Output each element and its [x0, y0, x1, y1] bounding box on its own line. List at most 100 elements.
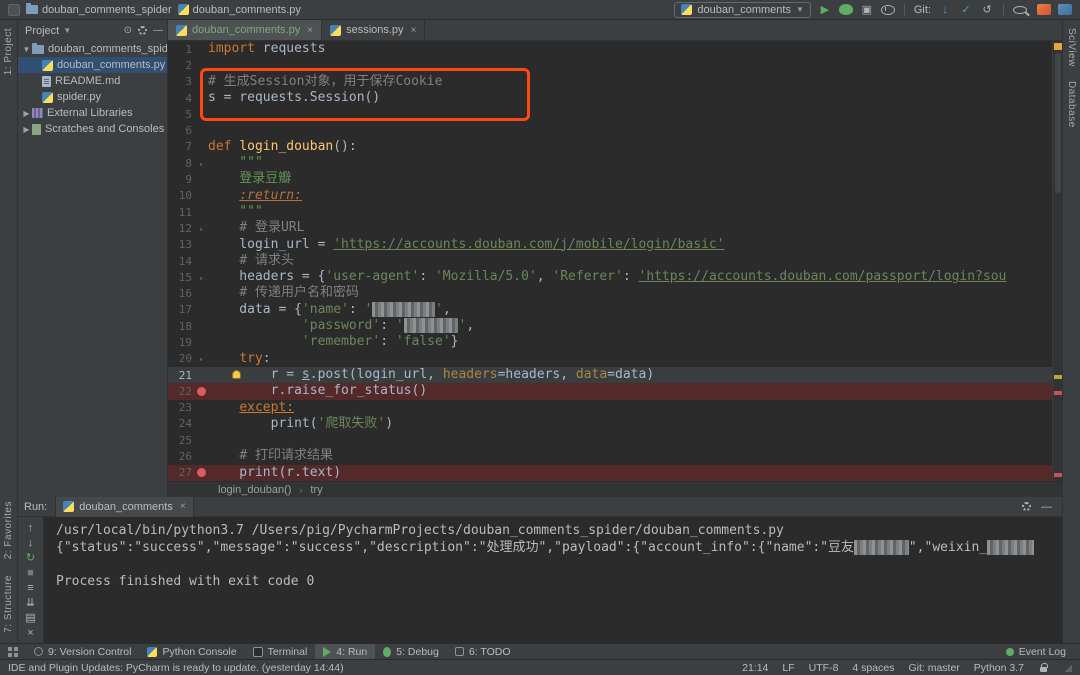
code-line[interactable]: 3 # 生成Session对象，用于保存Cookie [168, 74, 1052, 90]
tool-strip-button-project[interactable]: 1: Project [3, 28, 14, 75]
gutter[interactable] [194, 386, 208, 396]
line-number[interactable]: 6 [168, 124, 194, 137]
tree-item[interactable]: ▶ Scratches and Consoles [18, 121, 167, 137]
code-line[interactable]: 1 import requests [168, 41, 1052, 57]
tree-item[interactable]: README.md [18, 73, 167, 89]
close-icon[interactable]: × [180, 501, 186, 512]
tool-strip-button[interactable]: 7: Structure [3, 575, 14, 633]
toolwindow-button-5-debug[interactable]: 5: Debug [375, 644, 447, 660]
close-icon[interactable]: × [307, 25, 313, 36]
rerun-icon[interactable]: ↻ [22, 550, 40, 565]
code-line[interactable]: 7 def login_douban(): [168, 139, 1052, 155]
stripe-error-mark[interactable] [1054, 391, 1062, 395]
resize-grip-icon[interactable] [1063, 663, 1072, 672]
intention-bulb-icon[interactable] [232, 369, 241, 379]
line-number[interactable]: 17 [168, 303, 194, 316]
code-line[interactable]: 15 ▴ headers = {'user-agent': 'Mozilla/5.… [168, 269, 1052, 285]
editor-tab[interactable]: sessions.py × [322, 20, 426, 40]
line-number[interactable]: 8 [168, 157, 194, 170]
tool-strip-button[interactable]: Database [1066, 81, 1077, 128]
stripe-error-mark[interactable] [1054, 473, 1062, 477]
line-number[interactable]: 24 [168, 417, 194, 430]
run-config-selector[interactable]: douban_comments ▼ [674, 1, 811, 18]
toolwindow-button-6-todo[interactable]: 6: TODO [447, 644, 519, 660]
code-line[interactable]: 5 [168, 106, 1052, 122]
code-line[interactable]: 13 login_url = 'https://accounts.douban.… [168, 237, 1052, 253]
fold-icon[interactable]: ▴ [194, 354, 208, 363]
line-number[interactable]: 9 [168, 173, 194, 186]
line-number[interactable]: 12 [168, 222, 194, 235]
code-line[interactable]: 14 # 请求头 [168, 253, 1052, 269]
code-line[interactable]: 19 'remember': 'false'} [168, 334, 1052, 350]
line-number[interactable]: 15 [168, 271, 194, 284]
status-message[interactable]: IDE and Plugin Updates: PyCharm is ready… [8, 662, 726, 674]
code-line[interactable]: 6 [168, 122, 1052, 138]
code-line[interactable]: 2 [168, 57, 1052, 73]
project-panel-title[interactable]: Project [25, 25, 59, 37]
stripe-top-warning-mark[interactable] [1054, 43, 1062, 50]
plugin-icon[interactable] [1037, 4, 1051, 15]
status-widget[interactable]: Python 3.7 [974, 662, 1024, 674]
line-number[interactable]: 21 [168, 369, 194, 382]
breadcrumb-project[interactable]: douban_comments_spider [26, 3, 172, 16]
tool-strip-button[interactable]: 2: Favorites [3, 501, 14, 559]
code-line[interactable]: 10 :return: [168, 188, 1052, 204]
line-number[interactable]: 27 [168, 466, 194, 479]
git-rollback-icon[interactable]: ↺ [980, 3, 994, 17]
up-stack-trace-icon[interactable]: ↑ [22, 520, 40, 535]
status-widget[interactable]: 4 spaces [852, 662, 894, 674]
status-widget[interactable]: Git: master [908, 662, 959, 674]
line-number[interactable]: 26 [168, 450, 194, 463]
close-icon[interactable]: × [411, 25, 417, 36]
tree-item[interactable]: spider.py [18, 89, 167, 105]
stop-icon[interactable]: ■ [22, 565, 40, 580]
sync-icon[interactable] [1058, 4, 1072, 15]
fold-icon[interactable]: ▴ [194, 224, 208, 233]
toolwindow-button-4-run[interactable]: 4: Run [315, 643, 376, 660]
code-line[interactable]: 8 ▴ """ [168, 155, 1052, 171]
line-number[interactable]: 25 [168, 434, 194, 447]
editor-tab[interactable]: douban_comments.py × [168, 20, 323, 40]
debug-icon[interactable] [838, 4, 853, 15]
toolwindow-button-9-version-control[interactable]: 9: Version Control [26, 644, 139, 660]
code-line[interactable]: 11 """ [168, 204, 1052, 220]
run-tab[interactable]: douban_comments × [55, 496, 194, 517]
tool-strip-button[interactable]: SciView [1066, 28, 1077, 67]
code-line[interactable]: 9 登录豆瓣 [168, 171, 1052, 187]
gear-icon[interactable] [138, 26, 147, 35]
line-number[interactable]: 19 [168, 336, 194, 349]
down-stack-trace-icon[interactable]: ↓ [22, 535, 40, 550]
tree-item[interactable]: ▶ External Libraries [18, 105, 167, 121]
tree-item[interactable]: douban_comments.py [18, 57, 167, 73]
toolwindow-button-python-console[interactable]: Python Console [139, 644, 244, 660]
code-line[interactable]: 21 r = s.post(login_url, headers=headers… [168, 366, 1052, 384]
line-number[interactable]: 5 [168, 108, 194, 121]
code-line[interactable]: 17 data = {'name': ' ', [168, 301, 1052, 318]
breakpoint-icon[interactable] [196, 386, 206, 396]
code-area[interactable]: 1 import requests 2 3 # 生成Session对象，用于保存Cook… [168, 41, 1052, 481]
lock-icon[interactable] [1040, 662, 1048, 672]
tree-item[interactable]: ▼ douban_comments_spider [18, 41, 167, 57]
coverage-icon[interactable]: ▣ [860, 3, 874, 17]
breadcrumb-item[interactable]: login_douban() [214, 484, 295, 496]
line-number[interactable]: 11 [168, 206, 194, 219]
line-number[interactable]: 7 [168, 140, 194, 153]
locate-icon[interactable]: ⊙ [124, 25, 132, 36]
git-commit-icon[interactable]: ✓ [959, 3, 973, 17]
code-line[interactable]: 26 # 打印请求结果 [168, 448, 1052, 464]
code-line[interactable]: 22 r.raise_for_status() [168, 383, 1052, 400]
line-number[interactable]: 20 [168, 352, 194, 365]
code-line[interactable]: 18 'password': ' ', [168, 318, 1052, 334]
console[interactable]: /usr/local/bin/python3.7 /Users/pig/Pych… [44, 517, 1062, 643]
hide-icon[interactable]: — [153, 25, 163, 36]
fold-icon[interactable]: ▴ [194, 159, 208, 168]
toolwindow-button-terminal[interactable]: Terminal [245, 644, 316, 660]
git-update-icon[interactable]: ↓ [938, 3, 952, 17]
fold-icon[interactable]: ▴ [194, 273, 208, 282]
stripe-warning-mark[interactable] [1054, 375, 1062, 379]
soft-wrap-icon[interactable]: ≡ [22, 580, 40, 595]
clear-all-icon[interactable]: × [22, 625, 40, 640]
code-line[interactable]: 20 ▴ try: [168, 351, 1052, 367]
status-widget[interactable]: 21:14 [742, 662, 768, 674]
run-icon[interactable]: ▶ [818, 3, 832, 17]
